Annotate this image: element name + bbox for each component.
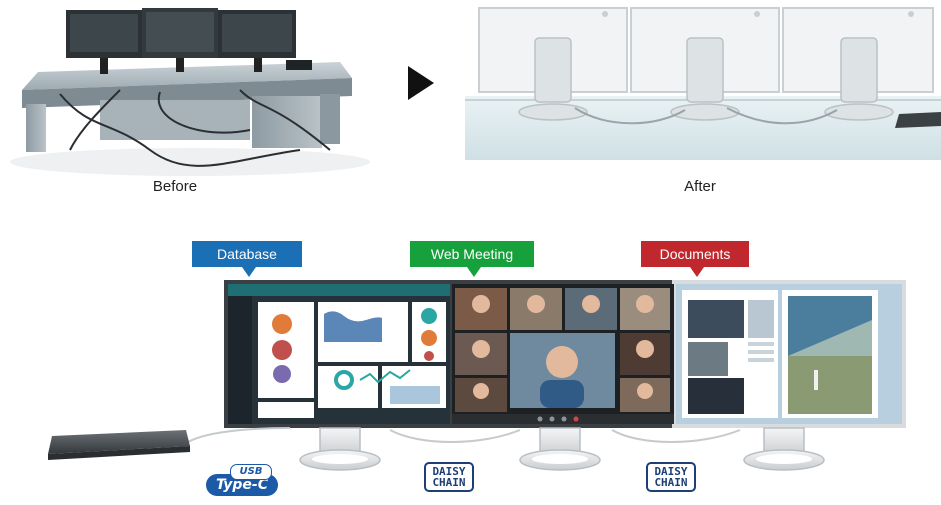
after-setup-photo (465, 0, 941, 160)
daisy-chain-icon: DAISY CHAIN (424, 462, 474, 492)
database-screen (228, 284, 450, 424)
chain-label: CHAIN (432, 476, 466, 489)
daisy-chain-icon: DAISY CHAIN (646, 462, 696, 492)
chain-label: CHAIN (654, 476, 688, 489)
usb-type-c-icon: Type-C USB (206, 464, 282, 496)
before-label: Before (152, 178, 198, 195)
callout-documents: Documents (641, 241, 749, 277)
callout-web-meeting: Web Meeting (410, 241, 534, 277)
before-setup-photo (0, 0, 372, 182)
documents-screen (676, 284, 902, 424)
after-label: After (684, 178, 716, 195)
web-meeting-screen (452, 284, 674, 424)
callout-database: Database (192, 241, 302, 277)
usb-label: USB (230, 464, 272, 480)
arrow-right-icon (408, 66, 434, 100)
